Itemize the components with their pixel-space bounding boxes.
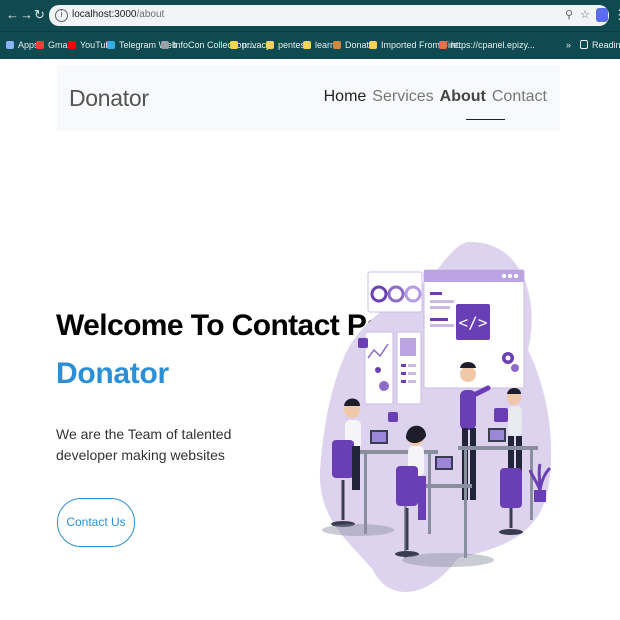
globe-icon — [161, 41, 169, 49]
nav-about[interactable]: About — [440, 88, 486, 105]
browser-menu-icon[interactable]: ⋮ — [613, 7, 620, 23]
nav-links: Home Services About Contact — [318, 88, 547, 106]
folder-icon — [303, 41, 311, 49]
hero-subtitle: Donator — [56, 357, 169, 390]
bookmark-label: https://cpanel.epizy... — [451, 40, 535, 50]
gmail-icon — [36, 41, 44, 49]
bookmark-privacy[interactable]: privacy — [230, 40, 271, 50]
contact-us-button[interactable]: Contact Us — [57, 498, 135, 547]
telegram-icon — [107, 41, 115, 49]
site-info-icon[interactable]: i — [55, 9, 68, 22]
bookmark-donate[interactable]: Donate — [333, 40, 374, 50]
reading-list[interactable]: Reading list — [580, 40, 620, 50]
bookmark-learn[interactable]: learn — [303, 40, 335, 50]
forward-icon[interactable]: → — [20, 7, 33, 23]
bookmark-cpanel[interactable]: https://cpanel.epizy... — [439, 40, 535, 50]
bookmark-pentest[interactable]: pentest — [266, 40, 308, 50]
bookmark-star-icon[interactable]: ☆ — [580, 8, 590, 21]
back-icon[interactable]: ← — [6, 7, 19, 23]
donate-icon — [333, 41, 341, 49]
reading-list-label: Reading list — [592, 40, 620, 50]
url-path: /about — [136, 9, 165, 20]
profile-avatar[interactable] — [596, 8, 608, 22]
hero-description: We are the Team of talented developer ma… — [56, 426, 232, 463]
apps-grid-icon — [6, 41, 14, 49]
cpanel-icon — [439, 41, 447, 49]
site-navbar: Donator Home Services About Contact — [57, 65, 560, 131]
folder-icon — [369, 41, 377, 49]
bookmark-label: learn — [315, 40, 336, 50]
bookmarks-bar: Apps Gmail YouTube Telegram Web InfoCon … — [0, 31, 620, 59]
nav-home[interactable]: Home — [324, 88, 367, 105]
address-url[interactable]: localhost:3000/about — [72, 9, 164, 20]
address-bar[interactable]: i localhost:3000/about ⚲ ☆ — [49, 5, 609, 26]
url-host: localhost:3000 — [72, 9, 137, 20]
svg-text:</>: </> — [459, 313, 488, 332]
youtube-icon — [68, 41, 76, 49]
folder-icon — [230, 41, 238, 49]
bookmark-apps[interactable]: Apps — [6, 40, 39, 50]
folder-icon — [266, 41, 274, 49]
zoom-icon[interactable]: ⚲ — [565, 8, 573, 21]
nav-services[interactable]: Services — [372, 88, 433, 105]
team-illustration: </> — [319, 241, 552, 592]
nav-contact[interactable]: Contact — [492, 88, 547, 105]
brand-logo[interactable]: Donator — [69, 85, 149, 112]
bookmark-gmail[interactable]: Gmail — [36, 40, 72, 50]
bookmarks-overflow-icon[interactable]: » — [566, 40, 571, 50]
active-nav-underline — [466, 119, 505, 120]
browser-toolbar: ← → ↻ i localhost:3000/about ⚲ ☆ ⋮ — [0, 0, 620, 31]
reading-list-icon — [580, 40, 588, 49]
reload-icon[interactable]: ↻ — [34, 7, 45, 23]
